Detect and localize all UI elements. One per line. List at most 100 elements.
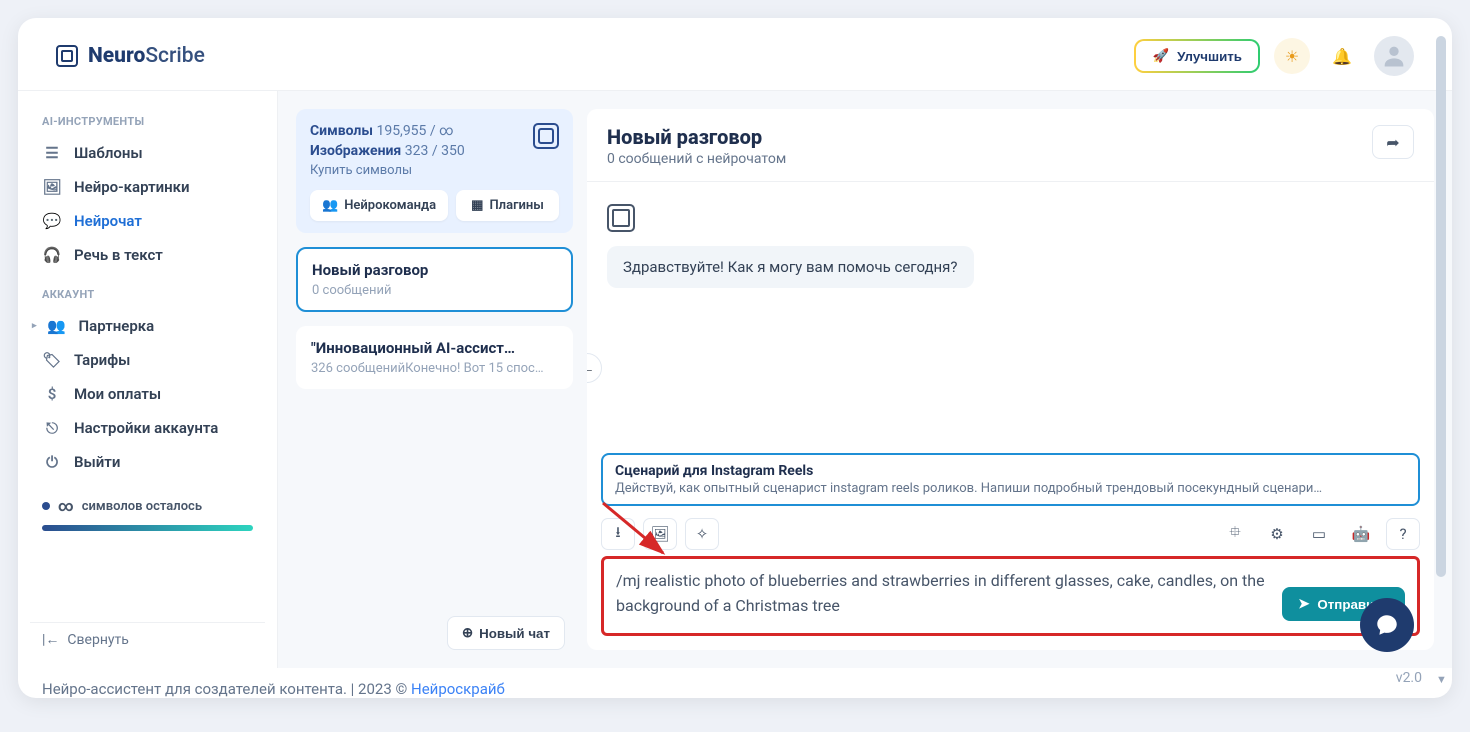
chat-input-wrap: /mj realistic photo of blueberries and s… bbox=[601, 556, 1420, 636]
plugins-button[interactable]: ▦Плагины bbox=[456, 190, 559, 221]
sidebar-item-settings[interactable]: ⎋ Настройки аккаунта bbox=[30, 411, 265, 445]
window-button[interactable]: ▭ bbox=[1302, 518, 1336, 550]
prompt-title: Сценарий для Instagram Reels bbox=[615, 463, 1406, 479]
logout-icon: ⎋ bbox=[42, 419, 62, 437]
neuroteam-button[interactable]: 👥Нейрокоманда bbox=[310, 190, 448, 221]
sun-icon: ☀ bbox=[1285, 47, 1299, 66]
question-icon: ? bbox=[1399, 525, 1406, 543]
collapse-sidebar-button[interactable]: |←Свернуть bbox=[30, 622, 265, 656]
share-button[interactable]: ➦ bbox=[1372, 125, 1414, 159]
logo-icon bbox=[56, 45, 78, 67]
chat-bubble-icon bbox=[1374, 612, 1400, 638]
headphones-icon: 🎧 bbox=[42, 246, 62, 264]
footer-link[interactable]: Нейроскрайб bbox=[411, 680, 505, 698]
brand-name-post: Scribe bbox=[145, 44, 205, 68]
sidebar-section-account: АККАУНТ bbox=[42, 288, 253, 301]
arrow-left-icon: ← bbox=[587, 358, 595, 378]
conversation-item[interactable]: Новый разговор 0 сообщений bbox=[296, 247, 573, 312]
images-value: 323 / 350 bbox=[405, 143, 465, 159]
chat-panel: ← Новый разговор 0 сообщений с нейрочато… bbox=[587, 109, 1434, 650]
symbols-value: 195,955 / ∞ bbox=[376, 123, 453, 139]
sidebar-item-payments[interactable]: $ Мои оплаты bbox=[30, 377, 265, 411]
sidebar-item-label: Настройки аккаунта bbox=[74, 419, 218, 437]
chat-input[interactable]: /mj realistic photo of blueberries and s… bbox=[616, 569, 1272, 621]
people-icon: 👥 bbox=[47, 317, 67, 335]
sidebar-item-label: Выйти bbox=[74, 453, 120, 471]
image-button[interactable]: 🖼 bbox=[643, 518, 677, 550]
improve-button[interactable]: 🚀 Улучшить bbox=[1134, 39, 1260, 73]
user-icon bbox=[1380, 42, 1408, 70]
symbols-left: ∞символов осталось bbox=[42, 497, 253, 515]
chat-icon: 💬 bbox=[42, 212, 62, 230]
settings-button[interactable]: ⚙ bbox=[1260, 518, 1294, 550]
send-icon: ➤ bbox=[1298, 596, 1309, 612]
share-icon: ➦ bbox=[1386, 133, 1399, 152]
sidebar-item-logout[interactable]: ⏻ Выйти bbox=[30, 445, 265, 479]
support-fab[interactable] bbox=[1360, 598, 1414, 652]
bot-message: Здравствуйте! Как я могу вам помочь сего… bbox=[607, 246, 974, 288]
sidebar-item-neurochat[interactable]: 💬 Нейрочат bbox=[30, 204, 265, 238]
sidebar-item-label: Шаблоны bbox=[74, 144, 143, 162]
main: Символы 195,955 / ∞ Изображения 323 / 35… bbox=[278, 91, 1452, 668]
sidebar: AI-ИНСТРУМЕНТЫ ☰Шаблоны 🖼Нейро-картинки … bbox=[18, 91, 278, 668]
magic-button[interactable]: ✧ bbox=[685, 518, 719, 550]
app-shell: NeuroScribe 🚀 Улучшить ☀ 🔔 AI-ИНСТРУМЕНТ… bbox=[18, 18, 1452, 698]
sidebar-item-neuroimages[interactable]: 🖼 Нейро-картинки bbox=[30, 170, 265, 204]
chat-sub: 0 сообщений с нейрочатом bbox=[607, 151, 786, 167]
version-label: v2.0 bbox=[1396, 670, 1422, 686]
logo[interactable]: NeuroScribe bbox=[56, 44, 205, 68]
images-label: Изображения bbox=[310, 143, 401, 159]
usage-card: Символы 195,955 / ∞ Изображения 323 / 35… bbox=[296, 109, 573, 233]
prompt-template-box[interactable]: Сценарий для Instagram Reels Действуй, к… bbox=[601, 453, 1420, 506]
image-icon: 🖼 bbox=[650, 525, 669, 543]
wand-icon: ✧ bbox=[696, 525, 709, 543]
sidebar-item-label: Речь в текст bbox=[74, 246, 163, 264]
notifications-button[interactable]: 🔔 bbox=[1324, 38, 1360, 74]
dollar-icon: $ bbox=[42, 385, 62, 403]
sidebar-item-label: Тарифы bbox=[74, 351, 130, 369]
image-icon: 🖼 bbox=[42, 178, 62, 196]
power-icon: ⏻ bbox=[42, 453, 62, 471]
puzzle-icon: ⯐ bbox=[1229, 522, 1240, 547]
chevron-down-icon: ▼ bbox=[1436, 673, 1446, 686]
sidebar-item-tariffs[interactable]: 🏷Тарифы bbox=[30, 343, 265, 377]
chat-body: Здравствуйте! Как я могу вам помочь сего… bbox=[587, 182, 1434, 453]
layers-icon: ☰ bbox=[42, 144, 62, 162]
new-chat-button[interactable]: ⊕Новый чат bbox=[447, 616, 565, 650]
symbols-label: Символы bbox=[310, 123, 373, 139]
rocket-icon: 🚀 bbox=[1152, 48, 1169, 64]
sidebar-item-label: Партнерка bbox=[79, 317, 155, 335]
prompt-sub: Действуй, как опытный сценарист instagra… bbox=[615, 481, 1406, 496]
scrollbar[interactable]: ▼ bbox=[1434, 36, 1448, 680]
bell-icon: 🔔 bbox=[1332, 47, 1352, 66]
logo-icon bbox=[533, 123, 559, 149]
symbols-progress bbox=[42, 525, 253, 531]
window-icon: ▭ bbox=[1312, 525, 1326, 543]
sidebar-section-ai: AI-ИНСТРУМЕНТЫ bbox=[42, 115, 253, 128]
plus-icon: ⊕ bbox=[462, 625, 473, 641]
download-button[interactable]: ⭳ bbox=[601, 518, 635, 550]
sidebar-item-templates[interactable]: ☰ Шаблоны bbox=[30, 136, 265, 170]
theme-toggle-button[interactable]: ☀ bbox=[1274, 38, 1310, 74]
footer: Нейро-ассистент для создателей контента.… bbox=[18, 668, 1452, 698]
bot-button[interactable]: 🤖 bbox=[1344, 518, 1378, 550]
chat-title: Новый разговор bbox=[607, 125, 786, 149]
sidebar-item-label: Нейрочат bbox=[74, 212, 142, 230]
conversation-sub: 326 сообщенийКонечно! Вот 15 спос… bbox=[311, 361, 558, 376]
avatar[interactable] bbox=[1374, 36, 1414, 76]
grid-icon: ▦ bbox=[471, 198, 483, 213]
buy-symbols-link[interactable]: Купить символы bbox=[310, 163, 559, 178]
sidebar-item-label: Мои оплаты bbox=[74, 385, 161, 403]
help-button[interactable]: ? bbox=[1386, 518, 1420, 550]
download-icon: ⭳ bbox=[615, 522, 620, 547]
sidebar-item-label: Нейро-картинки bbox=[74, 178, 190, 196]
bot-avatar-icon bbox=[607, 204, 635, 232]
conversation-sub: 0 сообщений bbox=[312, 283, 557, 298]
puzzle-button[interactable]: ⯐ bbox=[1218, 518, 1252, 550]
sidebar-item-partner[interactable]: 👥 Партнерка bbox=[30, 309, 265, 343]
conversation-item[interactable]: "Инновационный AI-ассист… 326 сообщенийК… bbox=[296, 326, 573, 389]
sidebar-item-speech2text[interactable]: 🎧 Речь в текст bbox=[30, 238, 265, 272]
conversations-column: Символы 195,955 / ∞ Изображения 323 / 35… bbox=[278, 91, 573, 668]
people-icon: 👥 bbox=[322, 198, 338, 213]
toolbar: ⭳ 🖼 ✧ ⯐ ⚙ ▭ 🤖 ? bbox=[587, 516, 1434, 556]
